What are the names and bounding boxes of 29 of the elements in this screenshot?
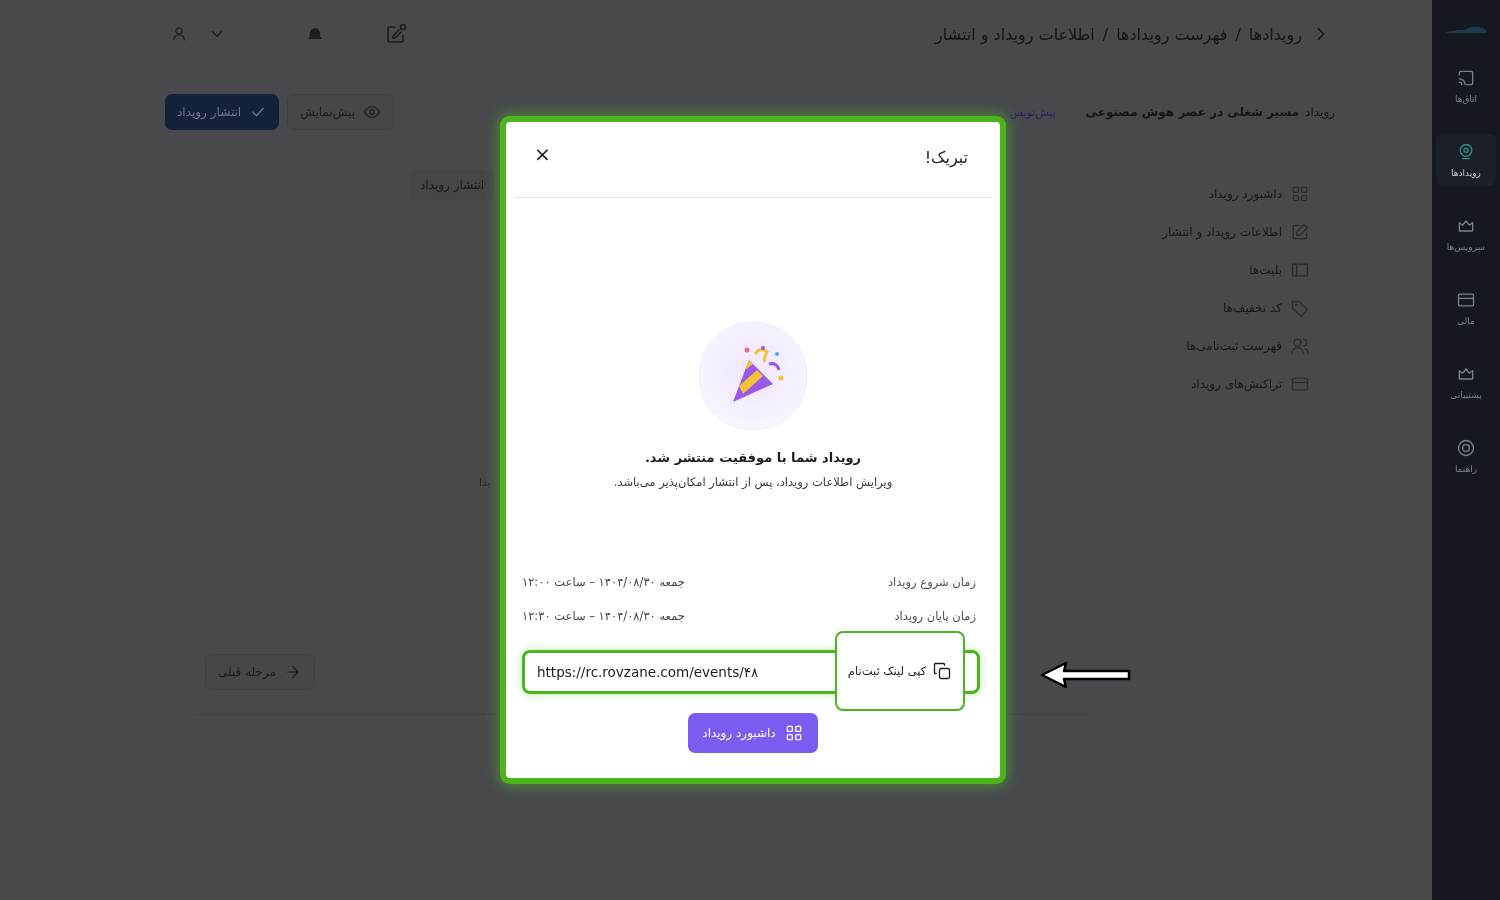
- rail-item[interactable]: رویدادها: [1436, 134, 1496, 186]
- breadcrumb-separator: /: [1102, 24, 1109, 44]
- info-message: ویرایش اطلاعات رویداد، پس از انتشار امکان‌پذیر می‌باشد.: [612, 475, 894, 489]
- rail-item[interactable]: راهنما: [1436, 430, 1496, 482]
- detail-label: زمان پایان رویداد: [894, 609, 976, 623]
- rail-item[interactable]: مالی: [1436, 282, 1496, 334]
- detail-value: جمعه ۱۴۰۴/۰۸/۳۰ – ساعت ۱۲:۳۰: [522, 609, 685, 623]
- users-icon: [1290, 336, 1310, 356]
- rail-item[interactable]: پشتیبانی: [1436, 356, 1496, 408]
- rail-item[interactable]: اتاق‌ها: [1436, 60, 1496, 112]
- dialog-title: تبریک!: [924, 148, 968, 167]
- user-icon: [170, 25, 188, 43]
- lifebuoy-icon: [1456, 438, 1476, 458]
- breadcrumb-separator: /: [1235, 24, 1241, 44]
- copy-icon: [932, 661, 953, 681]
- tag-icon: [1290, 298, 1310, 318]
- eye-icon: [363, 103, 381, 121]
- rail-item[interactable]: سرویس‌ها: [1436, 208, 1496, 260]
- close-button[interactable]: ×: [534, 144, 551, 164]
- cast-icon: [1456, 68, 1476, 88]
- publish-button[interactable]: انتشار رویداد: [165, 94, 280, 130]
- grid-icon: [1290, 184, 1310, 204]
- detail-value: جمعه ۱۴۰۴/۰۸/۳۰ – ساعت ۱۲:۰۰: [522, 575, 685, 589]
- success-heading: رویداد شما با موفقیت منتشر شد.: [643, 450, 863, 465]
- detail-label: زمان شروع رویداد: [887, 575, 976, 589]
- copy-link-button[interactable]: کپی لینک ثبت‌نام: [835, 631, 965, 711]
- edit-icon: [384, 22, 408, 46]
- edit-icon: [1290, 222, 1310, 242]
- dashboard-button[interactable]: داشبورد رویداد: [688, 713, 818, 753]
